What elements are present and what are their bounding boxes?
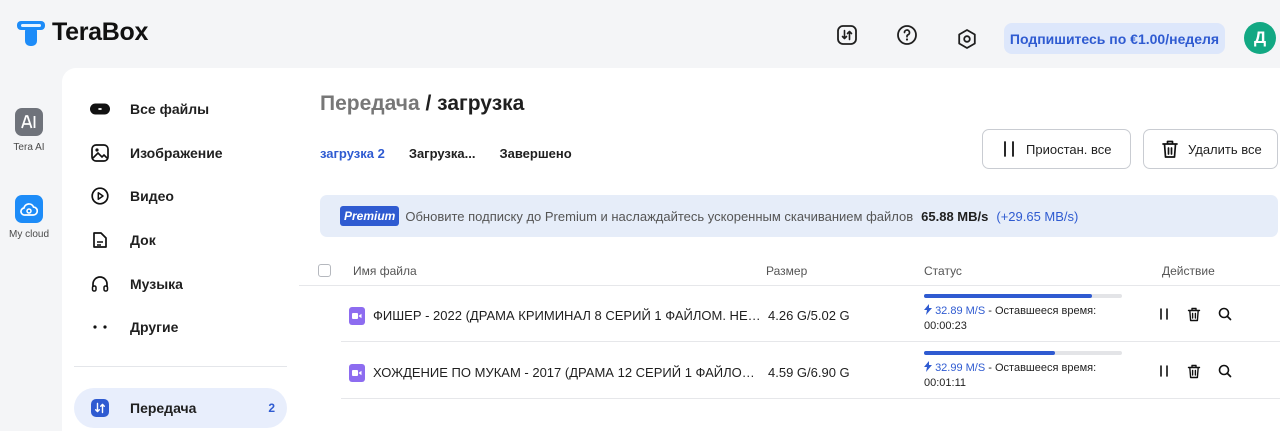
search-icon[interactable] bbox=[1217, 363, 1233, 379]
column-header-status: Статус bbox=[924, 264, 962, 278]
progress-bar bbox=[924, 351, 1122, 355]
ai-icon bbox=[15, 108, 43, 136]
doc-icon bbox=[90, 230, 110, 250]
more-icon bbox=[90, 317, 110, 337]
download-speed: 32.89 M/S bbox=[935, 305, 986, 317]
sidebar-item-label: Другие bbox=[130, 319, 179, 335]
premium-badge: Premium bbox=[340, 206, 400, 226]
file-name: ХОЖДЕНИЕ ПО МУКАМ - 2017 (ДРАМА 12 СЕРИЙ… bbox=[373, 365, 763, 380]
video-file-icon bbox=[349, 364, 365, 382]
music-icon bbox=[90, 274, 110, 294]
trash-icon bbox=[1160, 139, 1180, 159]
progress-fill bbox=[924, 294, 1093, 298]
remaining-label: - Оставшееся время: bbox=[988, 362, 1097, 374]
page-title: Передача / загрузка bbox=[320, 92, 524, 116]
table-row[interactable]: ХОЖДЕНИЕ ПО МУКАМ - 2017 (ДРАМА 12 СЕРИЙ… bbox=[341, 343, 1280, 399]
delete-button[interactable] bbox=[1186, 306, 1202, 322]
cloud-icon bbox=[15, 195, 43, 223]
pause-all-button[interactable]: Приостан. все bbox=[982, 129, 1131, 169]
sidebar-item-other[interactable]: Другие bbox=[74, 307, 287, 347]
sidebar-divider bbox=[74, 366, 287, 367]
main-panel: Передача / загрузка загрузка 2 Загрузка.… bbox=[299, 68, 1280, 431]
pause-icon bbox=[1000, 140, 1018, 158]
premium-extra-speed: (+29.65 MB/s) bbox=[996, 208, 1079, 224]
column-header-name: Имя файла bbox=[353, 264, 417, 278]
top-header: TeraBox Подпишитесь по €1.00/неделя Д bbox=[0, 0, 1280, 68]
avatar[interactable]: Д bbox=[1244, 22, 1276, 54]
sidebar: Все файлы Изображение Видео Док Музыка Д… bbox=[62, 68, 299, 431]
delete-all-button[interactable]: Удалить все bbox=[1143, 129, 1278, 169]
sidebar-item-video[interactable]: Видео bbox=[74, 176, 287, 216]
sidebar-item-doc[interactable]: Док bbox=[74, 220, 287, 260]
sidebar-item-music[interactable]: Музыка bbox=[74, 264, 287, 304]
sidebar-item-all-files[interactable]: Все файлы bbox=[74, 89, 287, 129]
tab-completed[interactable]: Завершено bbox=[499, 146, 571, 161]
rail-item-my-cloud[interactable]: My cloud bbox=[0, 195, 58, 240]
pause-button[interactable] bbox=[1156, 363, 1172, 379]
breadcrumb-transfer[interactable]: Передача bbox=[320, 92, 420, 115]
sidebar-item-label: Все файлы bbox=[130, 101, 210, 117]
breadcrumb-separator: / bbox=[425, 92, 432, 115]
sidebar-item-label: Передача bbox=[130, 400, 197, 416]
pause-button[interactable] bbox=[1156, 306, 1172, 322]
sidebar-item-label: Видео bbox=[130, 188, 174, 204]
app-name: TeraBox bbox=[52, 18, 149, 46]
progress-bar bbox=[924, 294, 1122, 298]
video-icon bbox=[90, 186, 110, 206]
subscribe-button[interactable]: Подпишитесь по €1.00/неделя bbox=[1004, 23, 1225, 54]
column-header-action: Действие bbox=[1162, 264, 1215, 278]
video-file-icon bbox=[349, 307, 365, 325]
breadcrumb-current: загрузка bbox=[437, 92, 525, 115]
sidebar-item-image[interactable]: Изображение bbox=[74, 133, 287, 173]
settings-icon[interactable] bbox=[956, 28, 978, 50]
select-all-checkbox[interactable] bbox=[318, 264, 331, 277]
sidebar-item-label: Музыка bbox=[130, 276, 183, 292]
delete-button[interactable] bbox=[1186, 363, 1202, 379]
progress-fill bbox=[924, 351, 1055, 355]
download-speed: 32.99 M/S bbox=[935, 362, 986, 374]
premium-banner[interactable]: Premium Обновите подписку до Premium и н… bbox=[320, 195, 1278, 237]
remaining-time: 00:01:11 bbox=[924, 377, 967, 389]
remaining-time: 00:00:23 bbox=[924, 320, 967, 332]
rail-label: Tera AI bbox=[13, 142, 45, 153]
transfer-tabs: загрузка 2 Загрузка... Завершено bbox=[320, 146, 572, 161]
transfer-status: 32.99 M/S - Оставшееся время: 00:01:11 bbox=[924, 361, 1124, 391]
terabox-logo-icon bbox=[16, 19, 46, 47]
column-header-size: Размер bbox=[766, 264, 808, 278]
file-name: ФИШЕР - 2022 (ДРАМА КРИМИНАЛ 8 СЕРИЙ 1 Ф… bbox=[373, 308, 763, 323]
image-icon bbox=[90, 143, 110, 163]
sidebar-item-transfer[interactable]: Передача 2 bbox=[74, 388, 287, 428]
delete-all-label: Удалить все bbox=[1188, 141, 1262, 157]
pause-all-label: Приостан. все bbox=[1026, 141, 1112, 157]
terabox-logo[interactable]: TeraBox bbox=[16, 18, 148, 47]
rail-label: My cloud bbox=[8, 229, 49, 240]
transfer-status: 32.89 M/S - Оставшееся время: 00:00:23 bbox=[924, 304, 1124, 334]
file-size: 4.59 G/6.90 G bbox=[768, 365, 850, 380]
remaining-label: - Оставшееся время: bbox=[988, 305, 1097, 317]
rail-item-tera-ai[interactable]: Tera AI bbox=[0, 108, 58, 153]
tab-downloads[interactable]: загрузка 2 bbox=[320, 146, 385, 161]
current-speed: 65.88 MB/s bbox=[921, 208, 989, 224]
sidebar-item-label: Док bbox=[130, 232, 156, 248]
tab-uploads[interactable]: Загрузка... bbox=[409, 146, 476, 161]
premium-banner-text: Обновите подписку до Premium и наслаждай… bbox=[405, 208, 914, 224]
sidebar-item-label: Изображение bbox=[130, 145, 223, 161]
help-icon[interactable] bbox=[896, 24, 918, 46]
transfer-count-badge: 2 bbox=[268, 401, 275, 415]
transfer-toggle-icon[interactable] bbox=[836, 24, 858, 46]
transfer-icon bbox=[90, 398, 110, 418]
lightning-icon bbox=[924, 361, 932, 372]
search-icon[interactable] bbox=[1217, 306, 1233, 322]
file-size: 4.26 G/5.02 G bbox=[768, 308, 850, 323]
all-files-icon bbox=[90, 99, 110, 119]
table-row[interactable]: ФИШЕР - 2022 (ДРАМА КРИМИНАЛ 8 СЕРИЙ 1 Ф… bbox=[341, 286, 1280, 342]
lightning-icon bbox=[924, 304, 932, 315]
